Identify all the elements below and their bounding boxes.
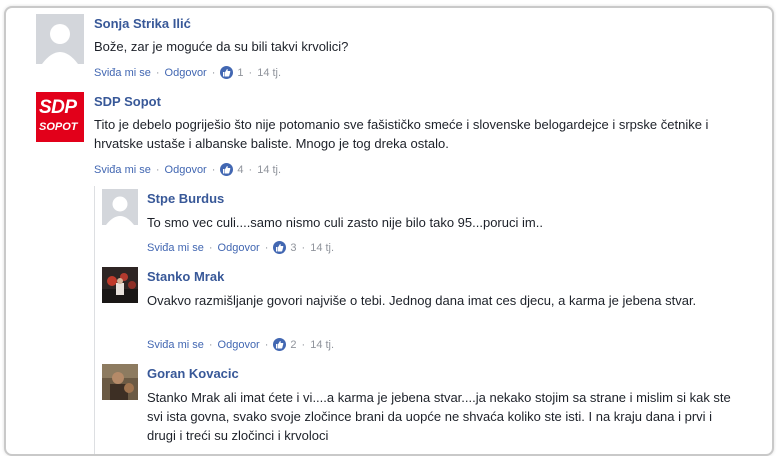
reply-button[interactable]: Odgovor [165, 67, 207, 79]
separator: · [264, 241, 269, 254]
reply-author[interactable]: Stpe Burdus [147, 191, 224, 206]
separator: · [211, 66, 216, 79]
separator: · [301, 338, 306, 351]
comments-panel: Sonja Strika Ilić Bože, zar je moguće da… [4, 6, 774, 456]
default-profile-icon [36, 14, 84, 64]
timestamp[interactable]: 14 tj. [257, 67, 281, 79]
reply-button[interactable]: Odgovor [218, 242, 260, 254]
reply-button[interactable]: Odgovor [218, 339, 260, 351]
comment-actions: Sviđa mi se · Odgovor · 4 · 14 tj. [94, 163, 281, 176]
reply-thread-line [94, 186, 95, 454]
profile-photo-icon [102, 267, 138, 303]
like-reaction-icon[interactable] [220, 163, 234, 176]
separator: · [211, 163, 216, 176]
reply-text: Ovakvo razmišljanje govori najviše o teb… [147, 293, 697, 308]
reaction-count[interactable]: 1 [237, 67, 243, 79]
avatar[interactable] [102, 189, 138, 225]
separator: · [155, 66, 160, 79]
logo-text-bottom: SOPOT [39, 121, 78, 133]
comment-text: Tito je debelo pogriješio što nije potom… [94, 117, 709, 151]
logo-text-top: SDP [39, 97, 77, 118]
like-button[interactable]: Sviđa mi se [94, 164, 151, 176]
avatar[interactable] [36, 14, 84, 64]
like-button[interactable]: Sviđa mi se [147, 339, 204, 351]
like-reaction-icon[interactable] [220, 66, 234, 79]
comment-author[interactable]: Sonja Strika Ilić [94, 16, 191, 31]
separator: · [208, 241, 213, 254]
separator: · [248, 66, 253, 79]
reply-actions: Sviđa mi se · Odgovor · 3 · 14 tj. [147, 241, 334, 254]
like-reaction-icon[interactable] [273, 338, 287, 351]
reaction-count[interactable]: 2 [290, 339, 296, 351]
avatar[interactable] [102, 267, 138, 303]
reply-text: To smo vec culi....samo nismo culi zasto… [147, 215, 543, 230]
reaction-count[interactable]: 3 [290, 242, 296, 254]
profile-photo-icon [102, 364, 138, 400]
separator: · [248, 163, 253, 176]
sdp-sopot-logo[interactable]: SDP SOPOT [36, 92, 84, 142]
separator: · [208, 338, 213, 351]
reply-author[interactable]: Goran Kovacic [147, 366, 239, 381]
comment-author[interactable]: SDP Sopot [94, 94, 161, 109]
comment-text: Bože, zar je moguće da su bili takvi krv… [94, 39, 349, 54]
like-reaction-icon[interactable] [273, 241, 287, 254]
timestamp[interactable]: 14 tj. [310, 339, 334, 351]
reply-button[interactable]: Odgovor [165, 164, 207, 176]
timestamp[interactable]: 14 tj. [257, 164, 281, 176]
like-button[interactable]: Sviđa mi se [94, 67, 151, 79]
separator: · [301, 241, 306, 254]
reply-actions: Sviđa mi se · Odgovor · 2 · 14 tj. [147, 338, 334, 351]
separator: · [264, 338, 269, 351]
separator: · [155, 163, 160, 176]
default-profile-icon [102, 189, 138, 225]
reaction-count[interactable]: 4 [237, 164, 243, 176]
reply-text: Stanko Mrak ali imat ćete i vi....a karm… [147, 390, 731, 443]
avatar[interactable] [102, 364, 138, 400]
like-button[interactable]: Sviđa mi se [147, 242, 204, 254]
reply-author[interactable]: Stanko Mrak [147, 269, 224, 284]
comment-actions: Sviđa mi se · Odgovor · 1 · 14 tj. [94, 66, 281, 79]
timestamp[interactable]: 14 tj. [310, 242, 334, 254]
